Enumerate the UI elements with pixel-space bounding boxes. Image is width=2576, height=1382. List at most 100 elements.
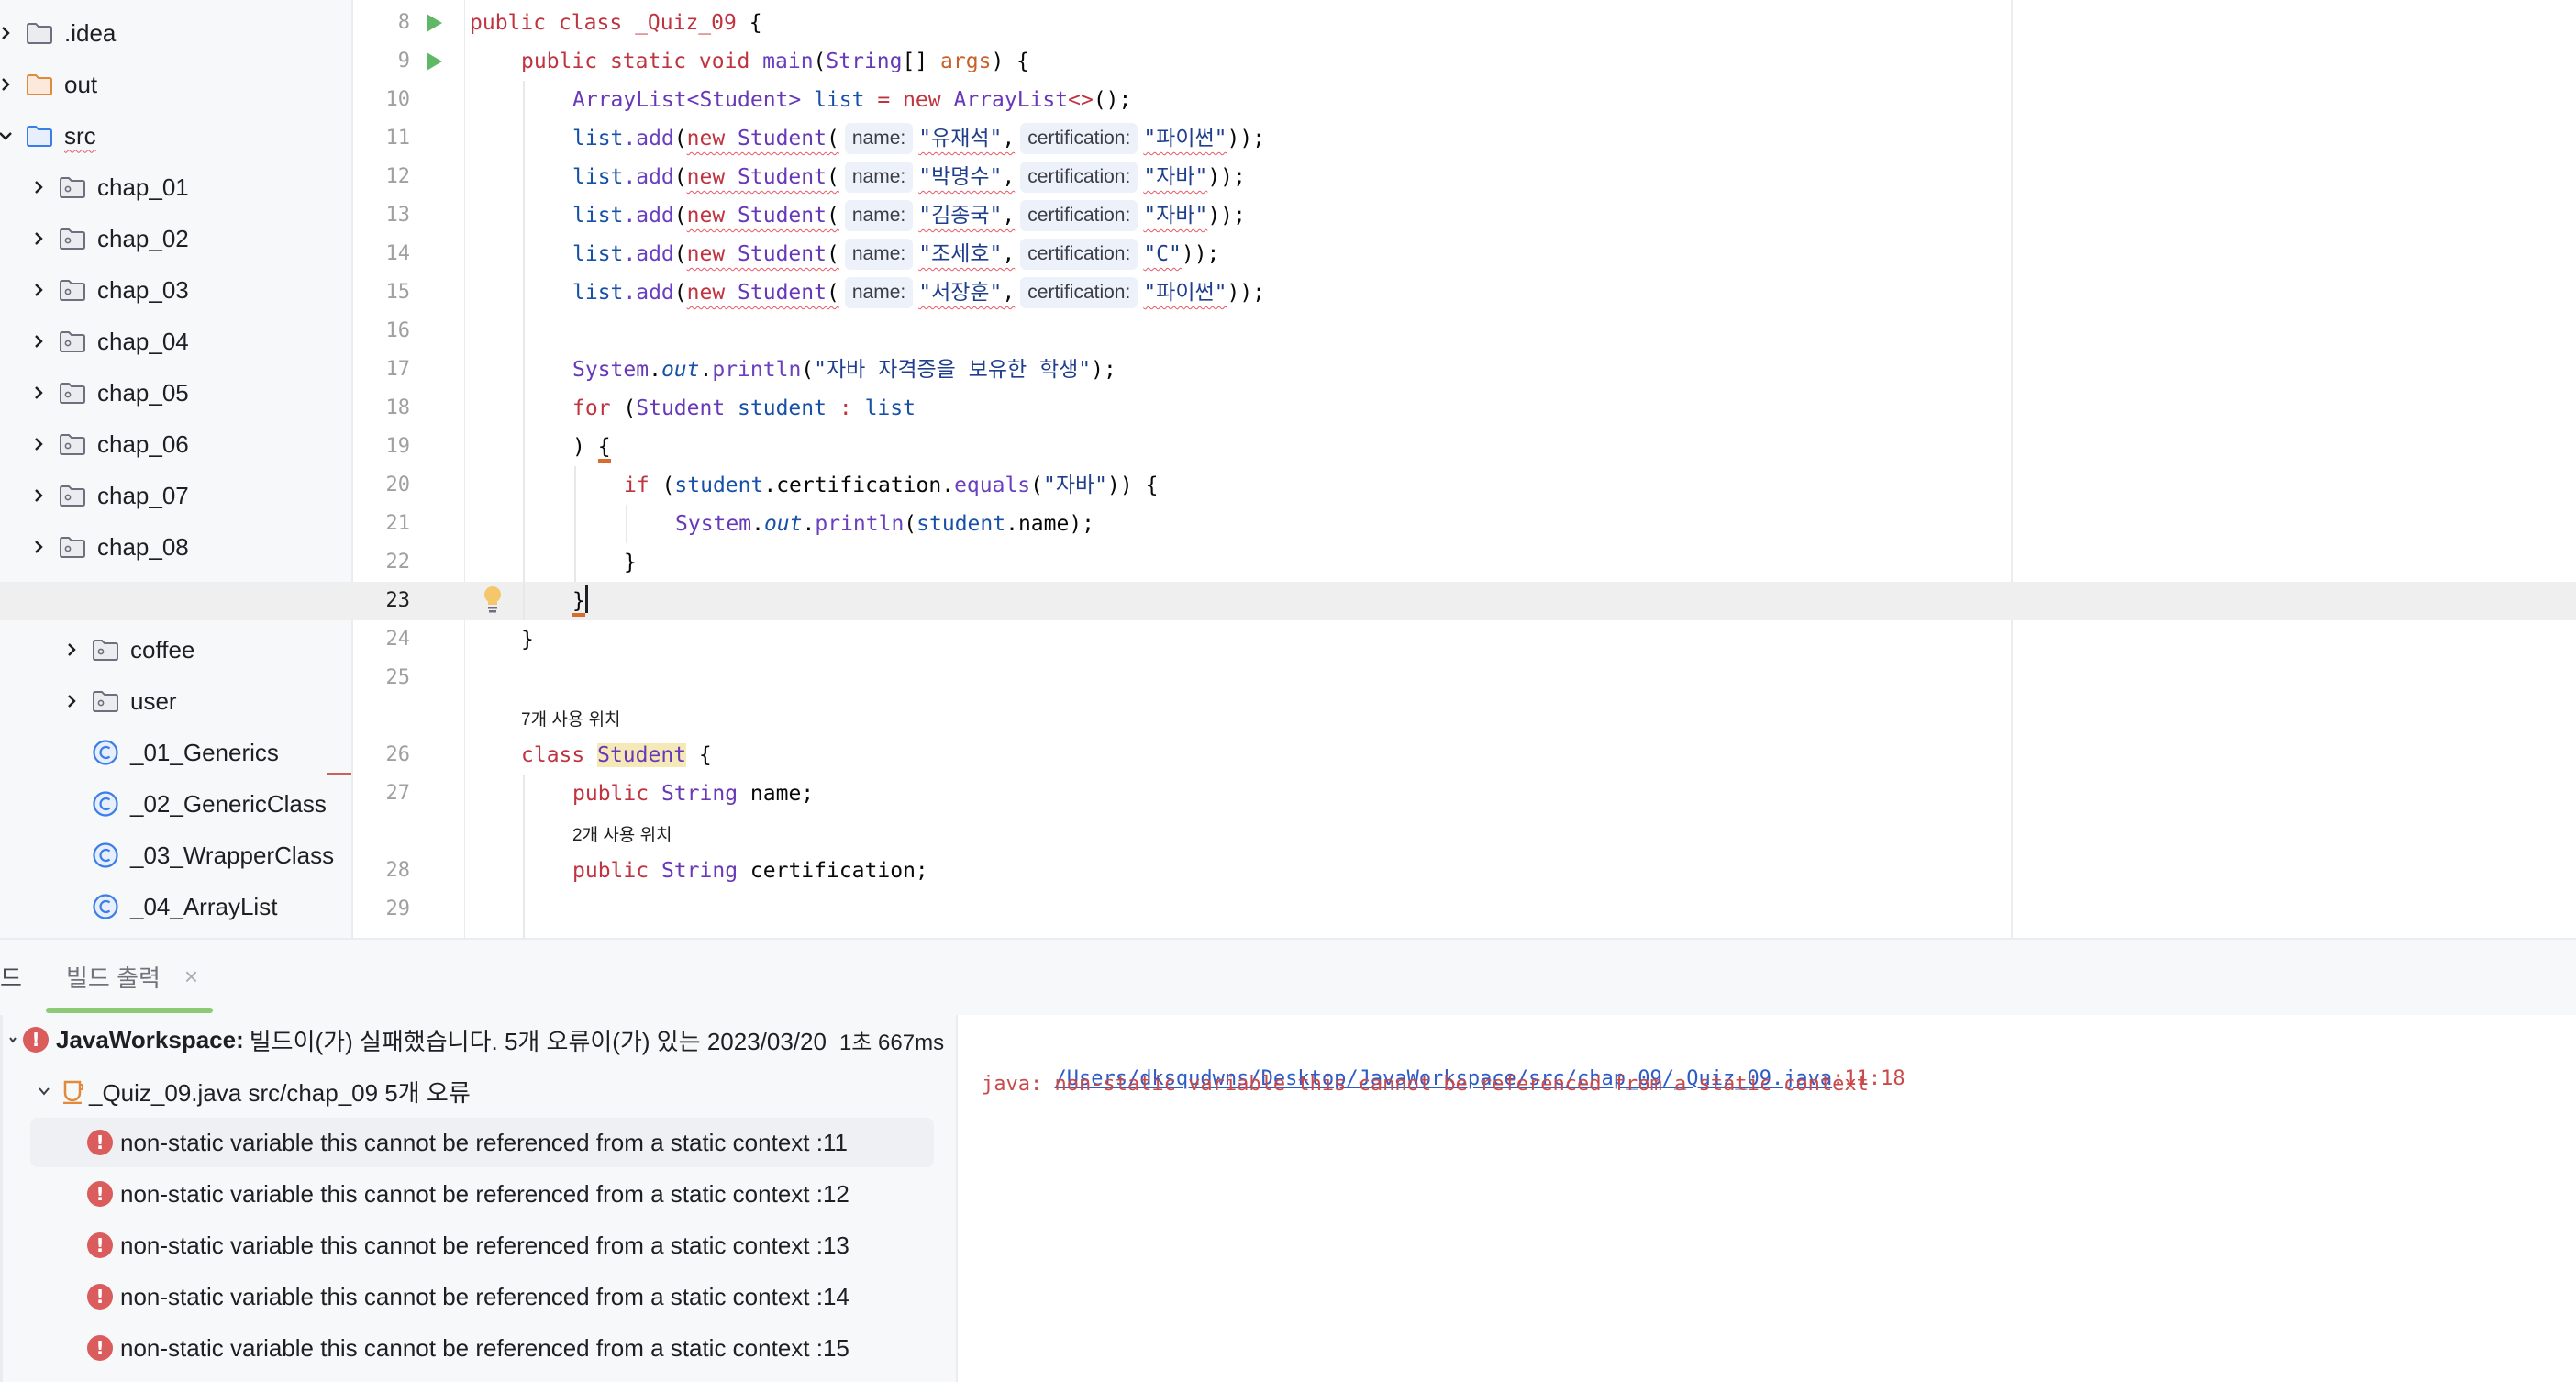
code-text: if (student.certification.equals("자바")) … [624, 474, 1159, 497]
param-hint-certification: certification: [1020, 200, 1138, 231]
code-text: class Student { [521, 743, 712, 767]
param-hint-certification: certification: [1020, 162, 1138, 193]
tab-label: 빌드 출력 [66, 964, 161, 992]
code-token: void [698, 50, 750, 73]
code-token: "자바" [1043, 474, 1108, 497]
code-text: public String name; [572, 775, 814, 813]
student-name-arg: "서장훈" [918, 281, 1003, 305]
code-token: .certification. [763, 474, 955, 497]
usages-inlay-hint[interactable]: 7개 사용 위치 [521, 707, 621, 734]
code-text: list.add(new Student(name: "조세호", certific… [572, 235, 1219, 273]
build-error-row[interactable]: ! non-static variable this cannot be refe… [30, 1323, 934, 1373]
build-error-row[interactable]: ! non-static variable this cannot be refe… [30, 1220, 934, 1270]
code-line[interactable]: 18 for (Student student : list [0, 389, 2576, 428]
line-number: 12 [385, 165, 411, 188]
line-number: 25 [385, 666, 411, 689]
build-file-row[interactable]: _Quiz_09.java src/chap_09 5개 오류 [30, 1066, 471, 1116]
line-number: 29 [385, 897, 411, 920]
build-duration: 1초 667ms [838, 1030, 945, 1055]
code-line[interactable]: 24} [0, 620, 2576, 659]
code-line[interactable]: 29 [0, 890, 2576, 929]
tab-build-partial[interactable]: 드 [0, 960, 22, 994]
code-line[interactable]: 25 [0, 659, 2576, 697]
code-line[interactable]: 12 list.add(new Student(name: "박명수", certif… [0, 158, 2576, 196]
student-cert-arg: "자바" [1143, 204, 1208, 228]
code-line[interactable]: 8 public class _Quiz_09 { [0, 4, 2576, 42]
text-cursor [584, 585, 588, 613]
code-line[interactable]: 22} [0, 543, 2576, 582]
chevron-down-icon[interactable] [30, 1084, 58, 1098]
lightbulb-icon[interactable] [483, 585, 502, 617]
code-line[interactable]: 26 class Student { [0, 736, 2576, 775]
code-token: list [572, 204, 624, 228]
code-line[interactable]: 27 public String name; [0, 775, 2576, 813]
code-line[interactable]: 14 list.add(new Student(name: "조세호", certif… [0, 235, 2576, 273]
code-line[interactable]: 15 list.add(new Student(name: "서장훈", certif… [0, 273, 2576, 312]
build-error-message: non-static variable this cannot be refer… [120, 1333, 849, 1362]
student-cert-arg: "자바" [1143, 165, 1208, 189]
code-token: certification; [749, 859, 928, 883]
param-hint-name: name: [844, 123, 914, 154]
build-error-row[interactable]: ! non-static variable this cannot be refe… [30, 1169, 934, 1219]
code-line[interactable]: 11 list.add(new Student(name: "유재석", certif… [0, 119, 2576, 158]
code-token: out [661, 358, 700, 382]
code-token: class [521, 743, 585, 767]
build-tree: ! JavaWorkspace: 빌드이(가) 실패했습니다. 5개 오류이(가… [0, 1015, 956, 1382]
code-text: ArrayList<Student> list = new ArrayList<… [572, 81, 1131, 119]
code-token: <> [1068, 88, 1094, 112]
code-text: list.add(new Student(name: "박명수", certific… [572, 158, 1246, 196]
line-number: 10 [385, 88, 411, 111]
code-line[interactable]: 21 System.out.println(student.name); [0, 505, 2576, 543]
code-line[interactable]: 19) { [0, 428, 2576, 466]
student-cert-arg: "파이썬" [1143, 127, 1227, 150]
code-token: equals [954, 474, 1031, 497]
code-token: public [521, 50, 598, 73]
usages-inlay-hint[interactable]: 2개 사용 위치 [572, 822, 672, 850]
code-text: list.add(new Student(name: "김종국", certific… [572, 196, 1246, 235]
code-text: list.add(new Student(name: "서장훈", certific… [572, 273, 1265, 312]
code-line[interactable]: 20 if (student.certification.equals("자바")… [0, 466, 2576, 505]
indent-guide [523, 775, 525, 938]
line-number: 14 [385, 242, 411, 265]
code-token: out [763, 512, 803, 536]
code-line[interactable]: 23} [0, 582, 2576, 620]
error-icon: ! [87, 1284, 113, 1310]
code-text: public class _Quiz_09 { [470, 4, 762, 42]
close-icon[interactable]: × [184, 963, 198, 991]
code-line[interactable]: 9 public static void main(String[] args) … [0, 42, 2576, 81]
build-error-row[interactable]: ! non-static variable this cannot be refe… [30, 1272, 934, 1321]
run-icon[interactable] [424, 50, 444, 72]
chevron-down-icon[interactable] [3, 1034, 23, 1045]
code-line[interactable]: 16 [0, 312, 2576, 351]
brace-match-marker: } [572, 589, 585, 617]
code-token: public [470, 11, 547, 35]
student-name-arg: "유재석" [918, 127, 1003, 150]
build-project-name: JavaWorkspace: [56, 1025, 244, 1053]
code-token: list [572, 127, 624, 150]
param-hint-certification: certification: [1020, 239, 1138, 270]
line-number: 26 [385, 743, 411, 766]
code-line[interactable]: 13 list.add(new Student(name: "김종국", certif… [0, 196, 2576, 235]
code-text: public static void main(String[] args) { [521, 42, 1029, 81]
console-error-text: java: non-static variable this cannot be… [982, 1073, 1869, 1096]
run-icon[interactable] [424, 12, 444, 34]
code-token: name; [749, 782, 815, 806]
indent-guide [523, 81, 525, 620]
build-tool-window: 드 빌드 출력 × ! JavaWorkspace: 빌드이(가) 실패했습니다… [0, 938, 2576, 1382]
build-root-row[interactable]: ! JavaWorkspace: 빌드이(가) 실패했습니다. 5개 오류이(가… [3, 1015, 944, 1064]
student-name-arg: "김종국" [918, 204, 1003, 228]
build-error-row[interactable]: ! non-static variable this cannot be refe… [30, 1118, 934, 1167]
code-line[interactable]: 17 System.out.println("자바 자격증을 보유한 학생"); [0, 351, 2576, 389]
code-token: main [762, 50, 814, 73]
line-number: 11 [385, 127, 411, 150]
param-hint-name: name: [844, 162, 914, 193]
code-token: ( [813, 50, 827, 73]
code-line[interactable]: 10 ArrayList<Student> list = new ArrayLis… [0, 81, 2576, 119]
line-number: 9 [397, 50, 410, 72]
code-line[interactable]: 28 public String certification; [0, 852, 2576, 890]
build-console-output[interactable]: /Users/dksqudwns/Desktop/JavaWorkspace/s… [956, 1015, 2576, 1382]
code-token: System [675, 512, 752, 536]
code-token: ) { [991, 50, 1029, 73]
code-text: } [572, 582, 588, 620]
tab-build-output[interactable]: 빌드 출력 × [66, 960, 198, 994]
